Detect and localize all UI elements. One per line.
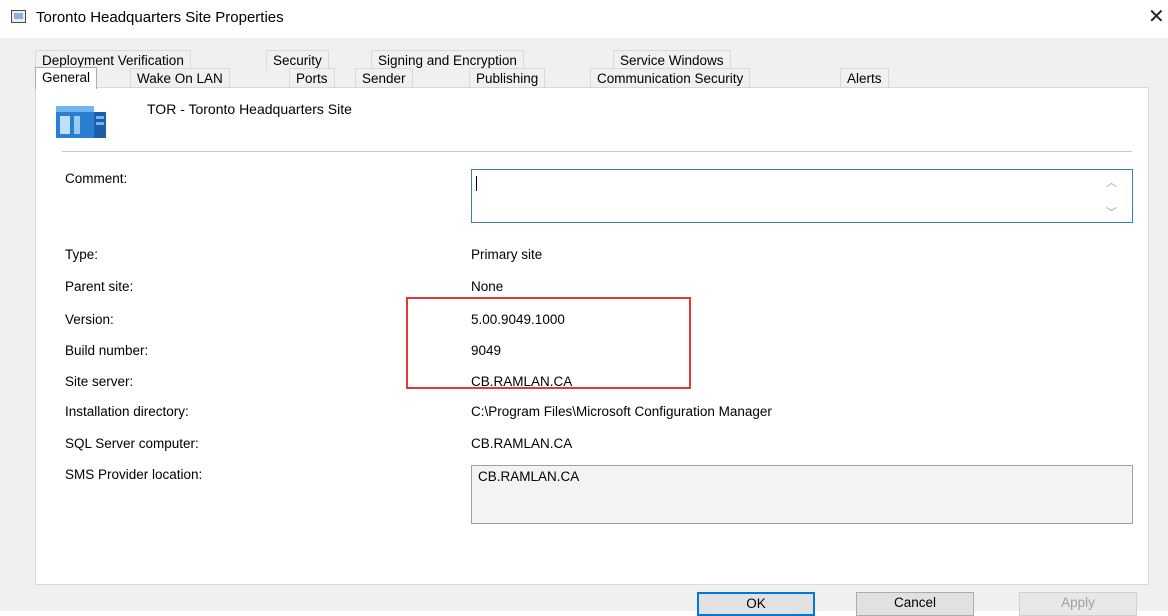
window-properties-icon (11, 10, 26, 23)
tab-service-windows[interactable]: Service Windows (613, 50, 731, 70)
sms-provider-label: SMS Provider location: (65, 467, 203, 482)
installation-directory-value: C:\Program Files\Microsoft Configuration… (471, 404, 772, 419)
tab-alerts[interactable]: Alerts (840, 68, 889, 88)
tab-ports[interactable]: Ports (289, 68, 335, 88)
site-name: TOR - Toronto Headquarters Site (147, 101, 352, 117)
tab-publishing[interactable]: Publishing (469, 68, 546, 88)
site-server-label: Site server: (65, 374, 134, 389)
close-icon[interactable]: ✕ (1148, 4, 1165, 28)
parent-site-value: None (471, 279, 504, 294)
comment-label: Comment: (65, 171, 128, 186)
apply-button[interactable]: Apply (1019, 592, 1137, 616)
sql-server-computer-label: SQL Server computer: (65, 436, 199, 451)
scroll-down-icon[interactable]: ﹀ (1106, 204, 1117, 220)
cancel-button[interactable]: Cancel (856, 592, 974, 616)
window-title: Toronto Headquarters Site Properties (36, 9, 284, 26)
tab-general[interactable]: General (35, 67, 98, 89)
comment-textarea[interactable] (471, 169, 1133, 223)
type-value: Primary site (471, 247, 543, 262)
tab-wake-on-lan[interactable]: Wake On LAN (130, 68, 230, 88)
sms-provider-value: CB.RAMLAN.CA (478, 469, 580, 484)
parent-site-label: Parent site: (65, 279, 134, 294)
sql-server-computer-value: CB.RAMLAN.CA (471, 436, 573, 451)
installation-directory-label: Installation directory: (65, 404, 189, 419)
title-bar: Toronto Headquarters Site Properties ✕ (0, 0, 1168, 38)
tab-communication-security[interactable]: Communication Security (590, 68, 751, 88)
type-label: Type: (65, 247, 99, 262)
build-number-label: Build number: (65, 343, 149, 358)
tab-signing-and-encryption[interactable]: Signing and Encryption (371, 50, 524, 70)
server-site-icon (56, 106, 106, 138)
ok-button[interactable]: OK (697, 592, 815, 616)
tab-sender[interactable]: Sender (355, 68, 413, 88)
tab-security[interactable]: Security (266, 50, 329, 70)
text-caret (476, 176, 477, 191)
highlight-box (406, 297, 691, 389)
sms-provider-list[interactable]: CB.RAMLAN.CA (471, 465, 1133, 524)
scroll-up-icon[interactable]: ︿ (1106, 174, 1117, 190)
version-label: Version: (65, 312, 114, 327)
header-separator (62, 151, 1132, 152)
